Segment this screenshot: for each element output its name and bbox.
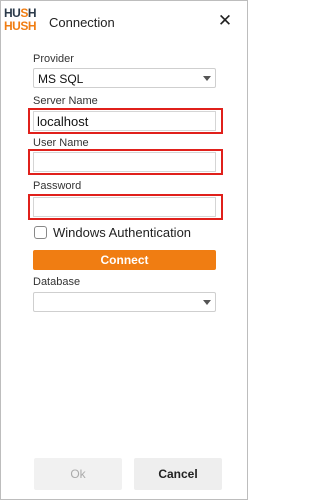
connect-button[interactable]: Connect	[33, 250, 216, 270]
chevron-down-icon	[203, 76, 211, 81]
windows-auth-label[interactable]: Windows Authentication	[53, 225, 191, 240]
password-input[interactable]	[33, 197, 216, 217]
cancel-button[interactable]: Cancel	[134, 458, 222, 490]
connection-dialog: HUSH HUSH Connection ✕ Provider MS SQL S…	[0, 0, 248, 500]
database-select[interactable]	[33, 292, 216, 312]
windows-auth-checkbox[interactable]	[34, 226, 47, 239]
chevron-down-icon	[203, 300, 211, 305]
provider-select[interactable]: MS SQL	[33, 68, 216, 88]
user-name-input[interactable]	[33, 152, 216, 172]
dialog-header: HUSH HUSH Connection ✕	[1, 1, 247, 45]
close-icon[interactable]: ✕	[217, 12, 233, 30]
dialog-title: Connection	[49, 15, 115, 30]
user-name-label: User Name	[33, 137, 89, 149]
database-label: Database	[33, 276, 81, 288]
server-name-label: Server Name	[33, 95, 98, 107]
password-label: Password	[33, 180, 82, 192]
hush-hush-logo: HUSH HUSH	[4, 6, 37, 33]
provider-value: MS SQL	[38, 72, 84, 86]
provider-label: Provider	[33, 53, 74, 65]
server-name-input[interactable]: localhost	[33, 111, 216, 131]
ok-button[interactable]: Ok	[34, 458, 122, 490]
